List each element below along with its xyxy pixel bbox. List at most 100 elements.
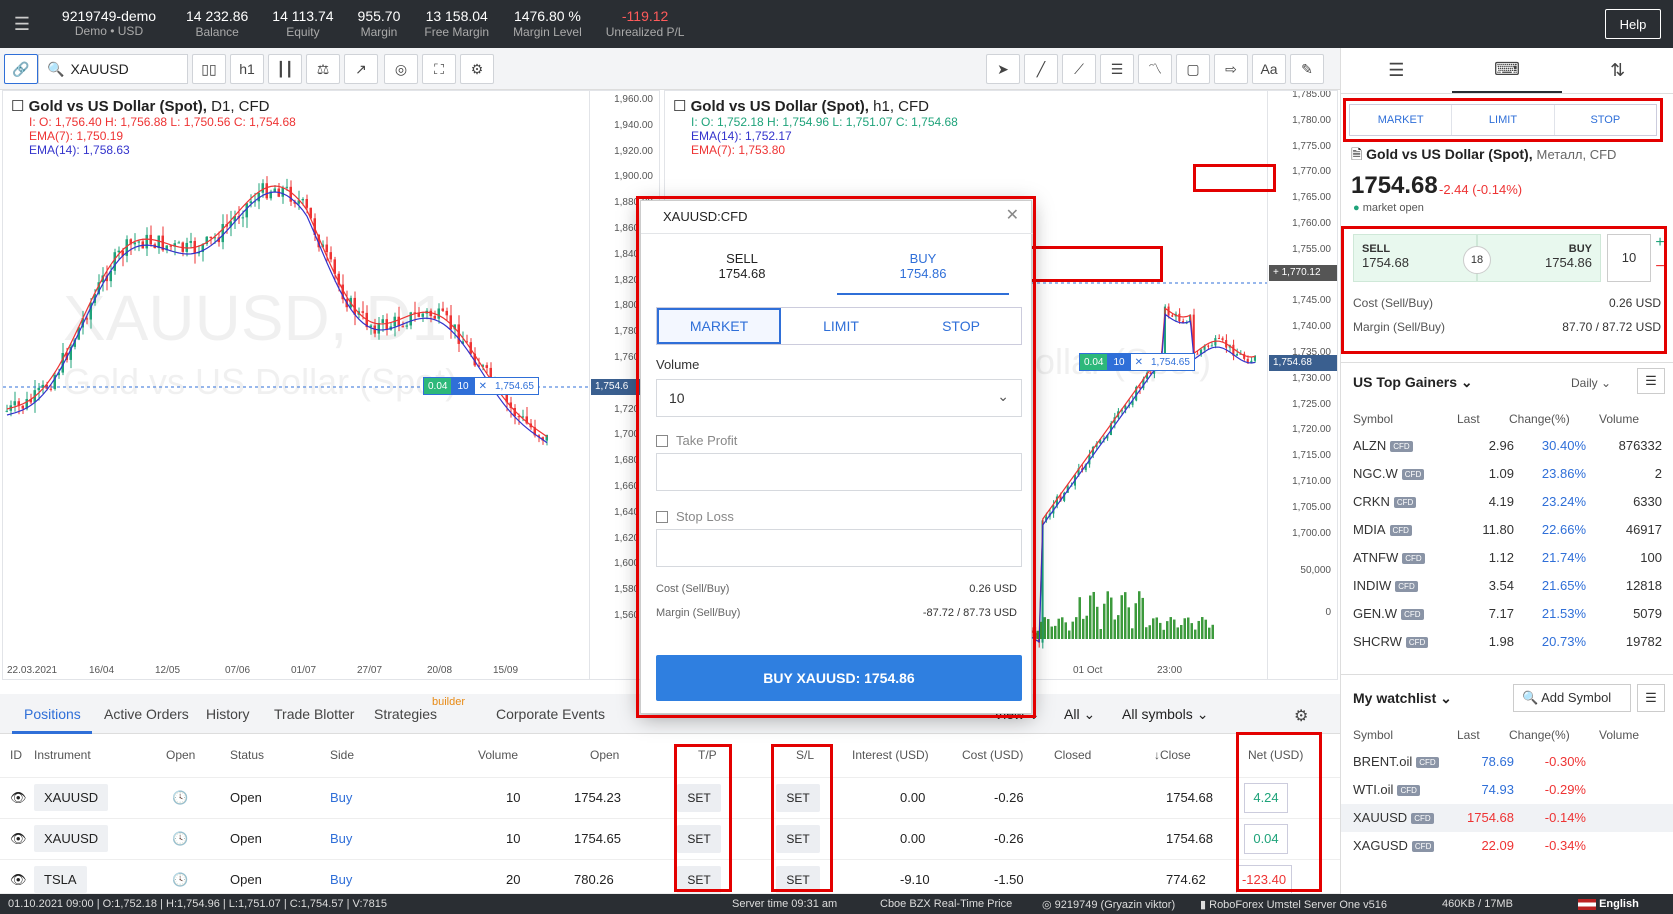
hamburger-menu-icon[interactable]: ☰ [0,14,44,35]
price-axis[interactable]: 1,785.00 1,780.00 1,775.00 1,770.00 1,765.00… [1267,91,1337,679]
change-cell: -0.14% [1544,810,1586,825]
list-item[interactable]: INDIW CFD 3.54 21.65% 12818 [1341,572,1673,600]
list-item[interactable]: BRENT.oil CFD 78.69 -0.30% [1341,748,1673,776]
symbols-filter[interactable]: All symbols ⌄ [1122,706,1208,723]
indicators-icon[interactable]: ↗ [344,54,378,84]
cursor-icon[interactable]: ➤ [986,54,1020,84]
list-item[interactable]: MDIA CFD 11.80 22.66% 46917 [1341,516,1673,544]
list-item[interactable]: NGC.W CFD 1.09 23.86% 2 [1341,460,1673,488]
fullscreen-icon[interactable]: ⛶ [422,54,456,84]
sl-set-button[interactable]: SET [776,825,820,853]
language-selector[interactable]: English [1578,898,1639,910]
candles-icon[interactable]: ┃┃ [268,54,302,84]
take-profit-input[interactable] [656,453,1022,491]
pattern-tool-icon[interactable]: 〽 [1138,54,1172,84]
tab-positions[interactable]: Positions [24,706,81,722]
period-select[interactable]: Daily ⌄ [1571,376,1611,390]
chevron-down-icon[interactable]: ⌄ [997,388,1009,405]
symbol-search-input[interactable]: 🔍 XAUUSD [38,54,188,84]
sl-set-button[interactable]: SET [776,784,820,812]
tab-history[interactable]: History [206,706,250,722]
eye-icon[interactable]: 👁 [10,790,27,806]
market-type-button[interactable]: MARKET [1350,105,1453,135]
stop-type-button[interactable]: STOP [1555,105,1656,135]
list-icon[interactable]: ☰ [1341,48,1452,93]
sl-set-button[interactable]: SET [776,866,820,893]
tp-set-button[interactable]: SET [677,825,721,853]
help-button[interactable]: Help [1605,9,1661,39]
volume-cell: 12818 [1625,578,1662,593]
tab-trade-blotter[interactable]: Trade Blotter [274,706,354,722]
order-line[interactable]: 0.04 10 ✕ 1,754.65 [423,377,539,395]
gainers-title[interactable]: US Top Gainers ⌄ [1353,374,1473,391]
time-tick: 20/08 [427,665,453,676]
timeframe-button[interactable]: h1 [230,54,264,84]
fib-tool-icon[interactable]: ☰ [1100,54,1134,84]
account-selector[interactable]: 9219749-demo Demo • USD [44,9,174,39]
market-type-button[interactable]: MARKET [657,308,781,344]
tab-active-orders[interactable]: Active Orders [104,706,189,722]
take-profit-checkbox[interactable]: Take Profit [656,433,737,448]
buy-side-tab[interactable]: BUY 1754.86 [837,251,1009,295]
chart-daily[interactable]: XAUUSD, D1 Gold vs US Dollar (Spot) ☐ Go… [2,90,660,680]
link-icon[interactable]: 🔗 [4,54,38,84]
scales-icon[interactable]: ⚖ [306,54,340,84]
all-filter[interactable]: All ⌄ [1064,706,1095,723]
sell-side-tab[interactable]: SELL 1754.68 [656,251,828,295]
table-row[interactable]: 👁 XAUUSD 🕓 Open Buy 10 1754.65 SET SET 0… [0,819,1340,860]
line-tool-icon[interactable]: ╱ [1024,54,1058,84]
menu-icon[interactable]: ☰ [1637,684,1665,712]
collapse-icon[interactable]: ☐ [11,98,24,115]
text-tool-icon[interactable]: Aa [1252,54,1286,84]
brush-tool-icon[interactable]: ✎ [1290,54,1324,84]
limit-type-button[interactable]: LIMIT [781,308,901,344]
list-item[interactable]: ATNFW CFD 1.12 21.74% 100 [1341,544,1673,572]
collapse-icon[interactable]: ☐ [673,98,686,115]
buy-submit-button[interactable]: BUY XAUUSD: 1754.86 [656,655,1022,701]
tp-set-button[interactable]: SET [677,866,721,893]
tab-strategies[interactable]: Strategies [374,706,437,722]
plus-icon[interactable]: + [1273,267,1282,278]
stop-loss-checkbox[interactable]: Stop Loss [656,509,734,524]
list-item[interactable]: XAUUSD CFD 1754.68 -0.14% [1341,804,1673,832]
sort-icon[interactable]: ⇅ [1562,48,1673,93]
volume-bar [1148,625,1151,639]
list-item[interactable]: ALZN CFD 2.96 30.40% 876332 [1341,432,1673,460]
minus-icon[interactable]: − [1651,258,1669,282]
list-item[interactable]: CRKN CFD 4.19 23.24% 6330 [1341,488,1673,516]
eye-icon[interactable]: 👁 [10,831,27,847]
stop-type-button[interactable]: STOP [901,308,1021,344]
menu-icon[interactable]: ☰ [1637,368,1665,394]
table-row[interactable]: 👁 XAUUSD 🕓 Open Buy 10 1754.23 SET SET 0… [0,778,1340,819]
list-item[interactable]: XAGUSD CFD 22.09 -0.34% [1341,832,1673,860]
add-symbol-button[interactable]: 🔍 Add Symbol [1513,684,1631,712]
eye-icon[interactable]: 👁 [10,872,27,888]
list-item[interactable]: WTI.oil CFD 74.93 -0.29% [1341,776,1673,804]
close-order-icon[interactable]: ✕ [1131,354,1147,370]
user-status[interactable]: ◎ 9219749 (Gryazin viktor) [1042,898,1175,911]
channel-tool-icon[interactable]: ⟋ [1062,54,1096,84]
arrow-tool-icon[interactable]: ⇨ [1214,54,1248,84]
close-order-icon[interactable]: ✕ [475,378,491,394]
stop-loss-input[interactable] [656,529,1022,567]
layout-icon[interactable]: ▯▯ [192,54,226,84]
quantity-input[interactable]: 10 [1607,234,1651,282]
close-icon[interactable]: ✕ [1006,205,1019,225]
buy-button[interactable]: BUY 1754.86 [1477,234,1601,282]
list-item[interactable]: GEN.W CFD 7.17 21.53% 5079 [1341,600,1673,628]
templates-icon[interactable]: ◎ [384,54,418,84]
settings-gear-icon[interactable]: ⚙ [460,54,494,84]
plus-icon[interactable]: + [1651,234,1669,258]
rectangle-tool-icon[interactable]: ▢ [1176,54,1210,84]
tab-corporate-events[interactable]: Corporate Events [496,706,605,722]
volume-input[interactable]: 10 ⌄ [656,379,1022,417]
settings-gear-icon[interactable]: ⚙ [1294,706,1308,726]
tp-set-button[interactable]: SET [677,784,721,812]
order-entry-icon[interactable]: ⌨ [1451,48,1563,93]
table-row[interactable]: 👁 TSLA 🕓 Open Buy 20 780.26 SET SET -9.1… [0,860,1340,894]
limit-type-button[interactable]: LIMIT [1452,105,1555,135]
order-line[interactable]: 0.04 10 ✕ 1,754.65 [1079,353,1195,371]
sell-button[interactable]: SELL 1754.68 [1353,234,1477,282]
watchlist-title[interactable]: My watchlist ⌄ [1353,690,1452,707]
list-item[interactable]: SHCRW CFD 1.98 20.73% 19782 [1341,628,1673,656]
